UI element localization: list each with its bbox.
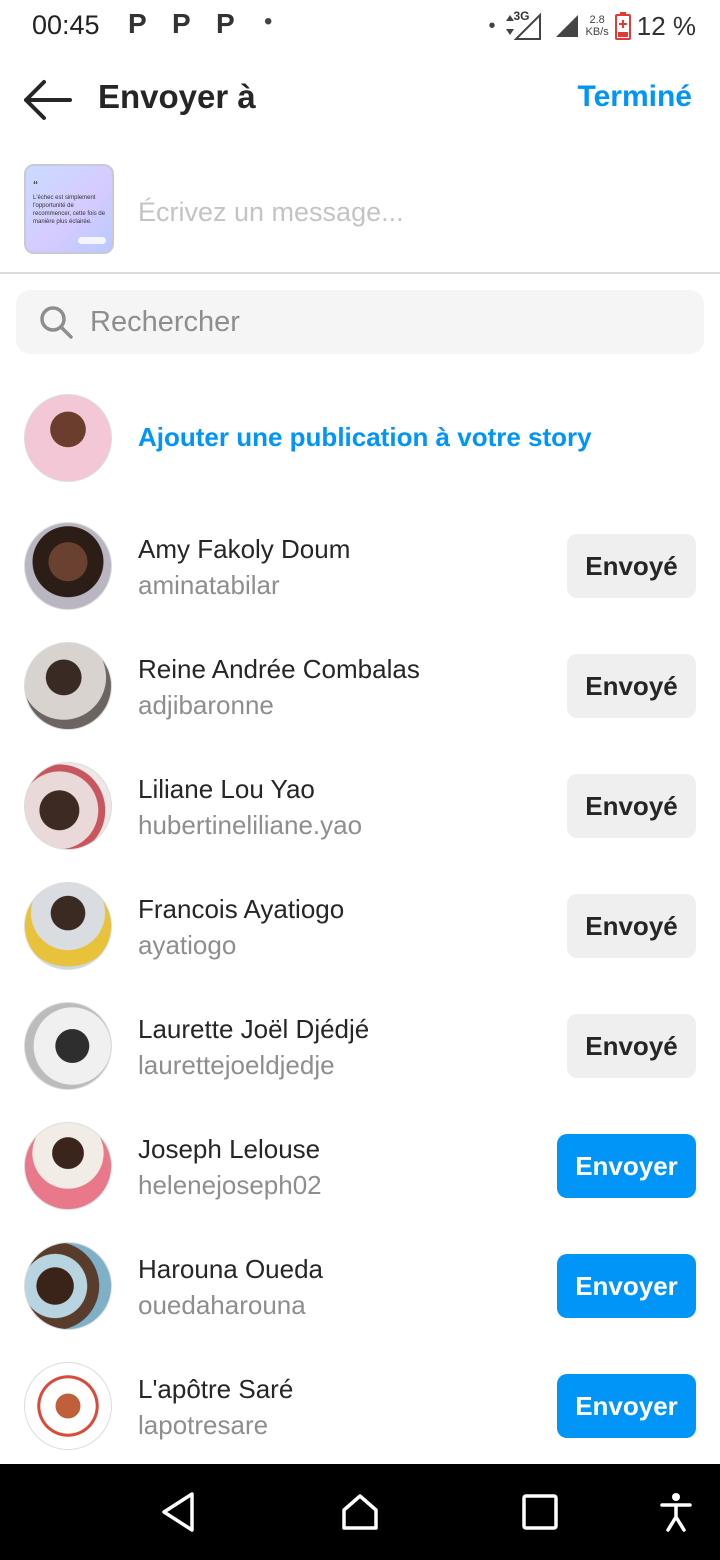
send-button[interactable]: Envoyer xyxy=(557,1134,696,1198)
contact-name: Amy Fakoly Doum xyxy=(138,534,351,564)
contact-row: Amy Fakoly Doum aminatabilar Envoyé xyxy=(0,506,720,626)
add-to-story-label: Ajouter une publication à votre story xyxy=(138,422,592,452)
status-bar: 00:45 P P P • • 3G 2.8 KB/s 12 % xyxy=(0,0,720,52)
quote-mark-icon: “ xyxy=(33,180,38,191)
sent-button[interactable]: Envoyé xyxy=(567,1014,696,1078)
battery-level: 12 % xyxy=(636,10,696,41)
avatar[interactable] xyxy=(24,882,112,970)
contact-row: Reine Andrée Combalas adjibaronne Envoyé xyxy=(0,626,720,746)
back-button[interactable] xyxy=(22,78,74,122)
page-title: Envoyer à xyxy=(98,78,256,115)
contact-username: hubertineliliane.yao xyxy=(138,810,363,840)
contact-row: Francois Ayatiogo ayatiogo Envoyé xyxy=(0,866,720,986)
search-input[interactable] xyxy=(90,302,680,342)
sent-button[interactable]: Envoyé xyxy=(567,894,696,958)
header: Envoyer à Terminé xyxy=(0,60,720,140)
message-input[interactable] xyxy=(138,192,698,232)
avatar[interactable] xyxy=(24,522,112,610)
my-avatar xyxy=(24,394,112,482)
battery-icon xyxy=(614,12,631,40)
avatar[interactable] xyxy=(24,1242,112,1330)
contact-username: helenejoseph02 xyxy=(138,1170,322,1200)
back-triangle-icon[interactable] xyxy=(158,1490,202,1534)
add-to-story-row[interactable]: Ajouter une publication à votre story xyxy=(0,392,720,484)
network-speed-unit: KB/s xyxy=(585,26,609,38)
contact-row: Joseph Lelouse helenejoseph02 Envoyer xyxy=(0,1106,720,1226)
recents-square-icon[interactable] xyxy=(518,1490,562,1534)
contact-row: Harouna Oueda ouedaharouna Envoyer xyxy=(0,1226,720,1346)
contact-name: Francois Ayatiogo xyxy=(138,894,345,924)
status-indicators: • 3G 2.8 KB/s 12 % xyxy=(488,9,696,41)
contact-name: Harouna Oueda xyxy=(138,1254,324,1284)
arrow-left-icon xyxy=(24,80,72,120)
post-preview-signature xyxy=(78,237,106,244)
send-button[interactable]: Envoyer xyxy=(557,1374,696,1438)
post-preview-text: L'échec est simplement l'opportunité de … xyxy=(33,195,106,225)
avatar[interactable] xyxy=(24,642,112,730)
contact-username: laurettejoeldjedje xyxy=(138,1050,335,1080)
post-preview-thumbnail: “ L'échec est simplement l'opportunité d… xyxy=(24,164,114,254)
contact-username: adjibaronne xyxy=(138,690,274,720)
message-composer: “ L'échec est simplement l'opportunité d… xyxy=(0,160,720,274)
contact-name: Liliane Lou Yao xyxy=(138,774,315,804)
accessibility-icon[interactable] xyxy=(654,1490,698,1534)
contact-username: ayatiogo xyxy=(138,930,237,960)
contact-row: Liliane Lou Yao hubertineliliane.yao Env… xyxy=(0,746,720,866)
contact-username: lapotresare xyxy=(138,1410,269,1440)
sent-button[interactable]: Envoyé xyxy=(567,774,696,838)
app-notification-icon: P xyxy=(172,8,191,39)
done-button[interactable]: Terminé xyxy=(578,80,692,114)
more-notifications-dot-icon: • xyxy=(264,8,273,35)
search-icon xyxy=(40,306,73,339)
network-speed-value: 2.8 xyxy=(589,14,605,26)
sent-button[interactable]: Envoyé xyxy=(567,534,696,598)
contact-name: L'apôtre Saré xyxy=(138,1374,294,1404)
contact-row: Laurette Joël Djédjé laurettejoeldjedje … xyxy=(0,986,720,1106)
avatar[interactable] xyxy=(24,1122,112,1210)
avatar[interactable] xyxy=(24,1002,112,1090)
contact-username: aminatabilar xyxy=(138,570,280,600)
home-icon[interactable] xyxy=(338,1490,382,1534)
wifi-signal-icon xyxy=(555,15,578,37)
contact-name: Laurette Joël Djédjé xyxy=(138,1014,370,1044)
dot-icon: • xyxy=(488,14,496,37)
contact-name: Joseph Lelouse xyxy=(138,1134,321,1164)
avatar[interactable] xyxy=(24,762,112,850)
contact-list: Amy Fakoly Doum aminatabilar Envoyé Rein… xyxy=(0,506,720,1466)
app-notification-icon: P xyxy=(216,8,235,39)
contact-row: L'apôtre Saré lapotresare Envoyer xyxy=(0,1346,720,1466)
status-time: 00:45 xyxy=(32,10,100,40)
send-button[interactable]: Envoyer xyxy=(557,1254,696,1318)
contact-name: Reine Andrée Combalas xyxy=(138,654,420,684)
contact-username: ouedaharouna xyxy=(138,1290,306,1320)
sent-button[interactable]: Envoyé xyxy=(567,654,696,718)
system-navigation-bar xyxy=(0,1464,720,1560)
avatar[interactable] xyxy=(24,1362,112,1450)
app-notification-icon: P xyxy=(128,8,147,39)
network-speed: 2.8 KB/s xyxy=(586,14,609,38)
search-bar[interactable] xyxy=(16,290,704,354)
